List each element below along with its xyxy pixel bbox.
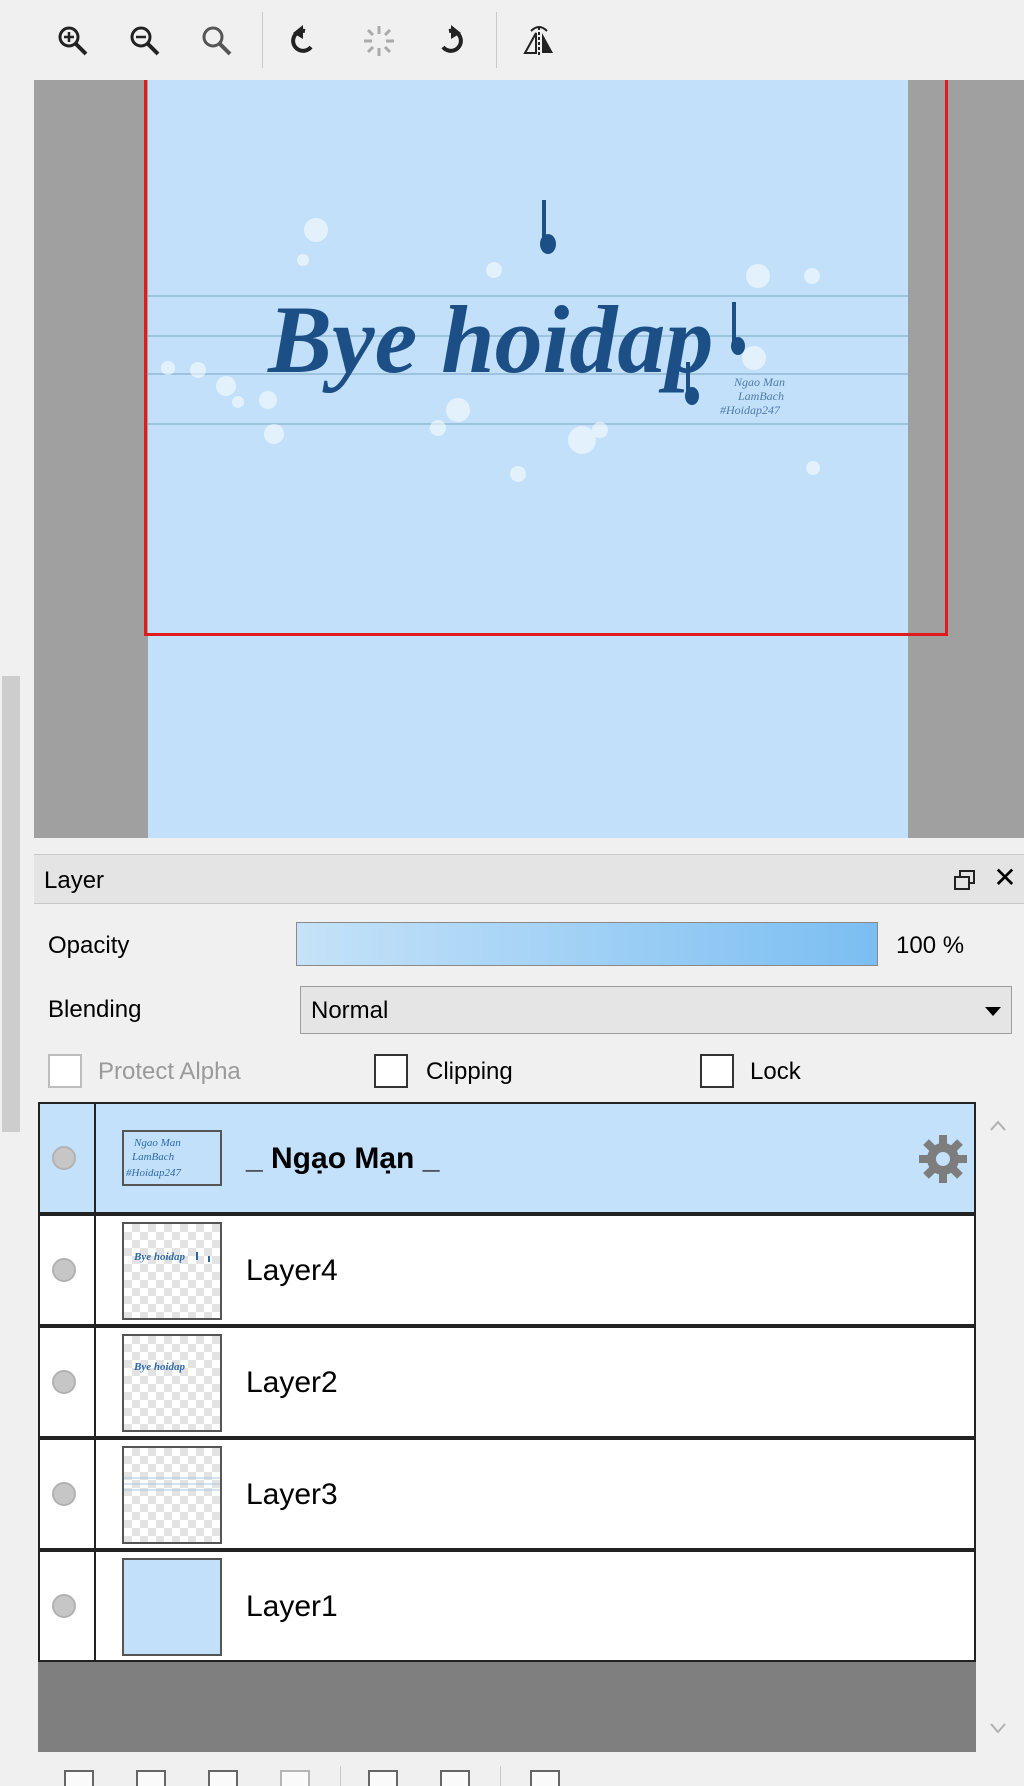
layer-row-ngao-man[interactable]: Ngao Man LamBach #Hoidap247 _ Ngạo Mạn _ [38,1102,976,1214]
new-layer-icon[interactable] [64,1770,94,1786]
toolbar-separator [340,1766,341,1786]
layer-thumbnail [122,1446,222,1544]
lock-checkbox[interactable] [700,1054,734,1088]
layer-thumbnail: Bye hoidap [122,1222,222,1320]
layer-row-layer3[interactable]: Layer3 [38,1438,976,1550]
visibility-toggle-icon[interactable] [52,1146,76,1170]
visibility-cell[interactable] [40,1440,96,1548]
thumbnail-title: Bye hoidap [133,1251,186,1263]
visibility-toggle-icon[interactable] [52,1258,76,1282]
opacity-slider[interactable] [296,922,878,966]
clipping-checkbox[interactable] [374,1054,408,1088]
layer-thumbnail: Ngao Man LamBach #Hoidap247 [122,1130,222,1186]
zoom-out-icon[interactable] [120,16,170,66]
delete-layer-icon[interactable] [530,1770,560,1786]
visibility-cell[interactable] [40,1104,96,1212]
layer-row-layer1[interactable]: Layer1 [38,1550,976,1662]
layer-name: Layer1 [246,1590,338,1623]
layer-name: Layer4 [246,1254,338,1287]
visibility-cell[interactable] [40,1216,96,1324]
scroll-down-icon[interactable] [988,1718,1008,1738]
float-panel-icon[interactable] [952,867,978,893]
visibility-toggle-icon[interactable] [52,1370,76,1394]
flip-horizontal-icon[interactable] [514,16,564,66]
chevron-down-icon [985,1007,1001,1016]
protect-alpha-checkbox[interactable] [48,1054,82,1088]
left-scrollbar[interactable] [2,676,20,1132]
layer-thumbnail: Bye hoidap [122,1334,222,1432]
layers-list: Ngao Man LamBach #Hoidap247 _ Ngạo Mạn _ B… [38,1102,976,1752]
zoom-reset-icon[interactable] [192,16,242,66]
thumbnail-credit-line-2: LamBach [131,1151,175,1163]
gear-icon[interactable] [916,1132,970,1186]
visibility-cell[interactable] [40,1328,96,1436]
toolbar-separator [496,12,497,68]
rotate-left-icon[interactable] [278,16,328,66]
layer-thumbnail [122,1558,222,1656]
rotate-reset-icon[interactable] [354,16,404,66]
opacity-value: 100 % [896,932,965,959]
drawing-canvas[interactable]: Bye hoidap Ngao Man LamBach #Hoidap247 [34,80,1024,838]
rotate-right-icon[interactable] [426,16,476,66]
blending-dropdown[interactable]: Normal [300,986,1012,1034]
new-vector-layer-icon[interactable] [136,1770,166,1786]
toolbar-separator [500,1766,501,1786]
merge-down-icon[interactable] [368,1770,398,1786]
layer-name: _ Ngạo Mạn _ [246,1142,440,1175]
layer-row-layer2[interactable]: Bye hoidap Layer2 [38,1326,976,1438]
thumbnail-title: Bye hoidap [133,1361,186,1373]
protect-alpha-label: Protect Alpha [98,1058,241,1085]
layer-panel-header: Layer ✕ [34,854,1024,904]
scroll-up-icon[interactable] [988,1116,1008,1136]
blending-value: Normal [311,997,389,1024]
close-panel-icon[interactable]: ✕ [992,864,1018,892]
canvas-toolbar [0,0,1024,80]
lock-label: Lock [750,1058,801,1085]
toolbar-separator [262,12,263,68]
layer-row-layer4[interactable]: Bye hoidap Layer4 [38,1214,976,1326]
flatten-icon[interactable] [440,1770,470,1786]
layer-name: Layer3 [246,1478,338,1511]
clipping-label: Clipping [426,1058,513,1085]
thumbnail-credit-line-3: #Hoidap247 [126,1167,182,1179]
blending-label: Blending [48,996,142,1023]
thumbnail-credit-line-1: Ngao Man [133,1137,181,1149]
layer-panel-title: Layer [44,867,105,894]
visibility-cell[interactable] [40,1552,96,1660]
new-folder-icon[interactable] [280,1770,310,1786]
layer-name: Layer2 [246,1366,338,1399]
zoom-in-icon[interactable] [48,16,98,66]
visibility-toggle-icon[interactable] [52,1594,76,1618]
visibility-toggle-icon[interactable] [52,1482,76,1506]
selection-frame [144,80,948,636]
opacity-label: Opacity [48,932,130,959]
duplicate-layer-icon[interactable] [208,1770,238,1786]
